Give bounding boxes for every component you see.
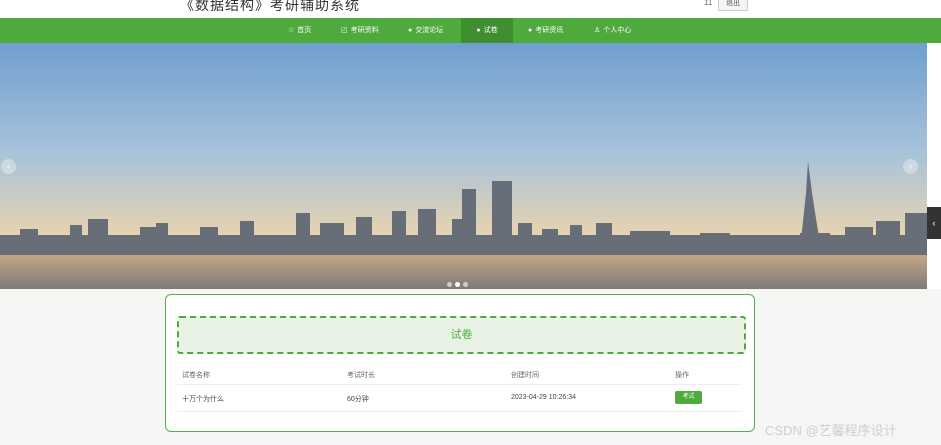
- carousel-indicators: [447, 274, 471, 289]
- side-collapse-tab[interactable]: ‹: [927, 207, 941, 239]
- info-icon: ●: [408, 27, 413, 34]
- carousel-dot-active[interactable]: [455, 282, 460, 287]
- banner-carousel: ‹ ›: [0, 43, 927, 289]
- bag-icon: ◰: [341, 27, 348, 34]
- info-icon: ●: [528, 27, 533, 34]
- site-title: 《数据结构》考研辅助系统: [180, 0, 360, 13]
- watermark: CSDN @艺馨程序设计: [765, 423, 897, 438]
- exam-name: 十万个为什么: [182, 396, 224, 403]
- table-divider: [177, 411, 742, 412]
- nav-label: 试卷: [483, 27, 498, 34]
- panel-title-box: 试卷: [177, 316, 746, 354]
- panel-title: 试卷: [450, 329, 473, 341]
- carousel-dot[interactable]: [463, 282, 468, 287]
- carousel-dot[interactable]: [447, 282, 452, 287]
- exam-list-panel: 试卷 试卷名称 考试时长 创建时间 操作 十万个为什么 60分钟 2023-04…: [165, 294, 755, 432]
- nav-item-news[interactable]: ● 考研资讯: [521, 18, 570, 43]
- nav-label: 个人中心: [603, 27, 632, 34]
- nav-label: 考研资讯: [535, 27, 564, 34]
- nav-item-materials[interactable]: ◰ 考研资料: [334, 18, 386, 43]
- nav-item-forum[interactable]: ● 交流论坛: [401, 18, 450, 43]
- main-nav: ☆ 首页 ◰ 考研资料 ● 交流论坛 ● 试卷 ● 考研资讯 ♙ 个人中心: [0, 18, 941, 43]
- carousel-prev-button[interactable]: ‹: [1, 159, 16, 174]
- exam-created-time: 2023-04-29 10:26:34: [511, 394, 576, 401]
- column-header-action: 操作: [675, 372, 689, 379]
- nav-item-home[interactable]: ☆ 首页: [281, 18, 318, 43]
- nav-item-exams[interactable]: ● 试卷: [461, 18, 513, 43]
- exam-duration: 60分钟: [347, 396, 369, 403]
- take-exam-button[interactable]: 考试: [675, 391, 702, 404]
- nav-label: 考研资料: [350, 27, 379, 34]
- carousel-next-button[interactable]: ›: [903, 159, 918, 174]
- column-header-duration: 考试时长: [347, 372, 375, 379]
- nav-item-profile[interactable]: ♙ 个人中心: [587, 18, 638, 43]
- user-id: 11: [704, 0, 713, 7]
- column-header-created: 创建时间: [511, 372, 539, 379]
- city-skyline-image: [0, 43, 927, 289]
- logout-button[interactable]: 退出: [718, 0, 748, 11]
- star-icon: ☆: [288, 27, 295, 34]
- nav-label: 首页: [297, 27, 312, 34]
- info-icon: ●: [476, 27, 481, 34]
- table-divider: [177, 384, 742, 385]
- user-icon: ♙: [594, 27, 601, 34]
- nav-label: 交流论坛: [415, 27, 444, 34]
- column-header-name: 试卷名称: [182, 372, 210, 379]
- header: 《数据结构》考研辅助系统 11 退出: [0, 0, 941, 18]
